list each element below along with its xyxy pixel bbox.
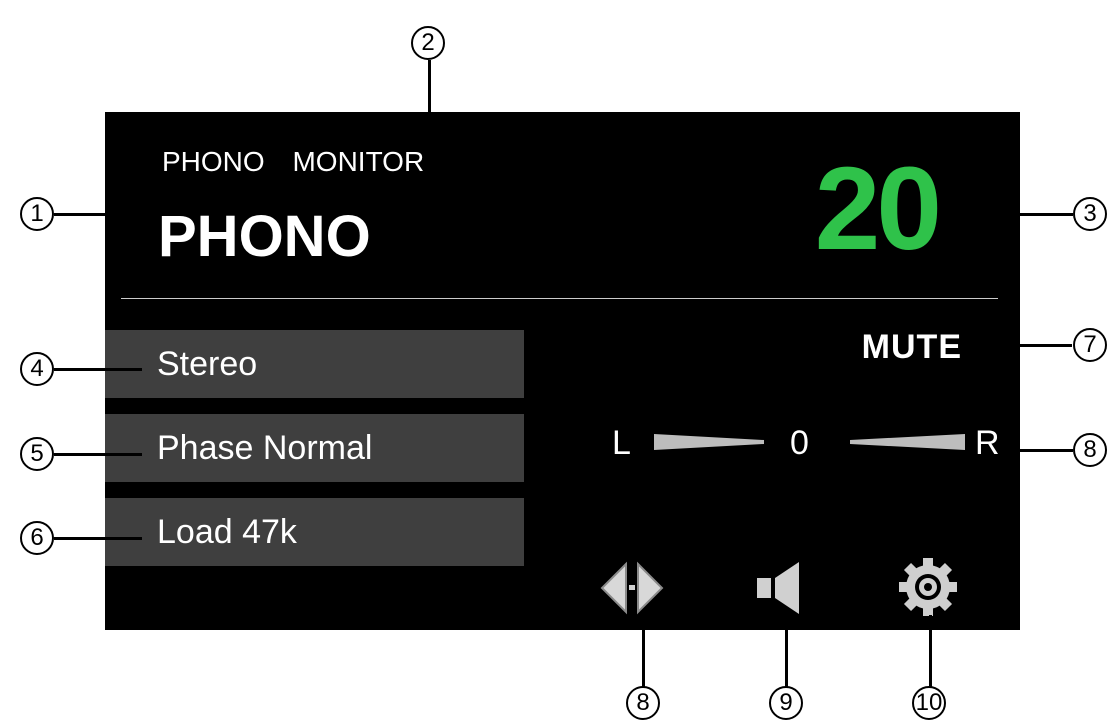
callout-line <box>428 60 431 138</box>
balance-left-wedge-icon <box>654 434 764 450</box>
volume-readout: 20 <box>814 143 942 275</box>
balance-right-label: R <box>975 424 1000 462</box>
callout-line <box>54 213 142 216</box>
callout-line <box>984 344 1072 347</box>
stereo-button[interactable]: Stereo <box>105 330 524 398</box>
source-monitor[interactable]: MONITOR <box>292 146 424 177</box>
callout-line <box>1013 449 1073 452</box>
callout-line <box>785 615 788 688</box>
balance-left-label: L <box>612 424 631 462</box>
callout-5: 5 <box>20 437 54 471</box>
callout-1: 1 <box>20 197 54 231</box>
mute-indicator[interactable]: MUTE <box>862 328 962 367</box>
callout-line <box>54 368 142 371</box>
callout-10: 10 <box>912 686 946 720</box>
balance-icon[interactable] <box>600 560 664 616</box>
callout-8: 8 <box>1073 433 1107 467</box>
callout-line <box>54 537 142 540</box>
callout-9: 9 <box>769 686 803 720</box>
callout-line <box>985 213 1073 216</box>
phase-button[interactable]: Phase Normal <box>105 414 524 482</box>
callout-2: 2 <box>411 26 445 60</box>
balance-value: 0 <box>790 424 809 462</box>
callout-line <box>54 453 142 456</box>
callout-8: 8 <box>626 686 660 720</box>
display-screen: PHONO MONITOR PHONO 20 Stereo Phase Norm… <box>105 112 1020 630</box>
callout-line <box>929 615 932 688</box>
balance-right-wedge-icon <box>850 434 965 450</box>
source-list: PHONO MONITOR <box>162 146 424 178</box>
callout-3: 3 <box>1073 197 1107 231</box>
speaker-icon[interactable] <box>755 560 813 616</box>
callout-7: 7 <box>1073 328 1107 362</box>
callout-4: 4 <box>20 352 54 386</box>
callout-line <box>642 615 645 688</box>
load-button[interactable]: Load 47k <box>105 498 524 566</box>
divider <box>121 298 998 299</box>
settings-gear-icon[interactable] <box>895 554 961 620</box>
current-input-name: PHONO <box>158 204 371 269</box>
callout-6: 6 <box>20 521 54 555</box>
source-phono[interactable]: PHONO <box>162 146 265 177</box>
